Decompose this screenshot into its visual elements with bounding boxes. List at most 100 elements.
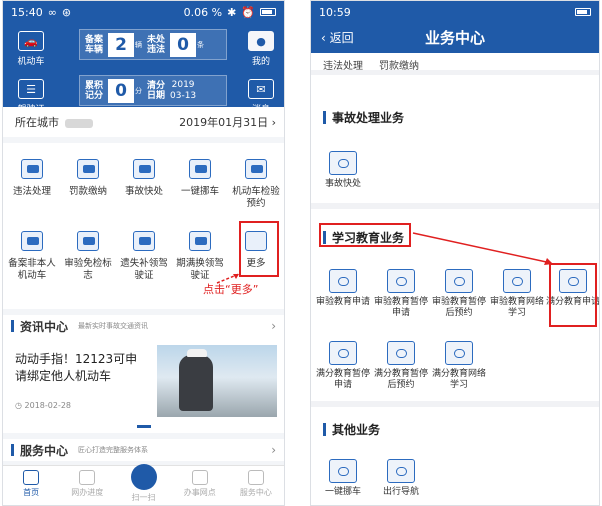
renew-license-icon (185, 229, 215, 255)
move-car-icon (329, 459, 357, 483)
business-item[interactable]: 满分教育网络学习 (431, 341, 487, 391)
grid-item[interactable]: 备案非本人机动车 (5, 229, 59, 282)
news-subtitle: 最新实时事故交通资讯 (78, 322, 149, 330)
business-item-label: 事故快处 (324, 179, 361, 189)
top-items: 违法处理 罚款缴纳 (311, 53, 599, 75)
mine-label: 我的 (251, 57, 270, 67)
business-item[interactable]: 审验教育暂停申请 (373, 269, 429, 319)
message-button[interactable]: ✉ 消息 (239, 79, 283, 115)
status-time: 10:59 (319, 5, 351, 19)
top-item[interactable]: 违法处理 (323, 57, 363, 72)
battery-icon (575, 8, 591, 16)
business-item-label: 审验教育申请 (315, 297, 370, 307)
business-item-label: 审验教育网络学习 (489, 297, 544, 318)
grid-item[interactable]: 遗失补领驾驶证 (117, 229, 171, 282)
license-label: 驾驶证 (17, 105, 45, 115)
full-score-appoint-icon (387, 341, 415, 365)
service-header[interactable]: 服务中心 匠心打造完整服务体系 › (3, 439, 284, 461)
clear-day: 03-13 (170, 90, 197, 101)
news-headline: 动动手指！12123可申请绑定他人机动车 (15, 352, 138, 383)
bottom-tab-bar: 首页 网办进度 扫一扫 办事网点 服务中心 (3, 464, 284, 505)
points-value: 0 (108, 78, 134, 103)
points-stats[interactable]: 累积记分 0 分 清分日期 2019 03-13 (79, 75, 227, 106)
grid-item-label: 机动车检验预约 (232, 186, 280, 209)
business-item[interactable]: 审验教育申请 (315, 269, 371, 308)
business-item[interactable]: 满分教育暂停后预约 (373, 341, 429, 391)
tab-service[interactable]: 服务中心 (228, 466, 284, 505)
steering-wheel-icon (387, 459, 415, 483)
city-blur (65, 118, 93, 128)
business-item[interactable]: 审验教育暂停后预约 (431, 269, 487, 319)
vehicle-stats[interactable]: 备案车辆 2 辆 未处违法 0 条 (79, 29, 227, 60)
news-image (157, 345, 277, 417)
tab-label: 服务中心 (239, 488, 272, 497)
battery-icon (260, 8, 276, 16)
grid-item[interactable]: 事故快处 (117, 157, 171, 198)
grid-item-label: 事故快处 (124, 186, 163, 197)
grid-item[interactable]: 机动车检验预约 (229, 157, 283, 210)
vehicle-button[interactable]: 🚗 机动车 (9, 31, 53, 67)
accident-icon (129, 157, 159, 183)
grid-item[interactable]: 违法处理 (5, 157, 59, 198)
full-score-pause-icon (329, 341, 357, 365)
home-screen: 15:40 ∞ ⊛ 0.06 % ✱ ⏰ 🚗 机动车 ☰ 驾驶证 ● 我的 ✉ 消息 备… (2, 0, 285, 506)
arrow-icon (412, 232, 553, 265)
home-header: 15:40 ∞ ⊛ 0.06 % ✱ ⏰ 🚗 机动车 ☰ 驾驶证 ● 我的 ✉ 消息 备… (3, 1, 284, 115)
full-score-online-icon (445, 341, 473, 365)
carousel-indicator (137, 425, 151, 428)
function-grid: 违法处理 罚款缴纳 事故快处 一键挪车 机动车检验预约 备案非本人机动车 审验免… (3, 143, 284, 309)
status-bar: 10:59 (311, 1, 599, 23)
tab-home[interactable]: 首页 (3, 466, 59, 505)
clear-date-label: 清分日期 (146, 80, 165, 101)
grid-item[interactable]: 罚款缴纳 (61, 157, 115, 198)
alarm-icon: ⏰ (241, 5, 255, 19)
unhandled-value: 0 (170, 32, 196, 57)
car-icon: 🚗 (18, 31, 44, 51)
business-item[interactable]: 事故快处 (315, 151, 371, 190)
business-item-label: 满分教育暂停后预约 (373, 369, 428, 390)
business-item[interactable]: 一键挪车 (315, 459, 371, 498)
business-item-label: 出行导航 (382, 487, 419, 497)
grid-item-label: 罚款缴纳 (68, 186, 107, 197)
tab-outlets[interactable]: 办事网点 (172, 466, 228, 505)
business-item[interactable]: 满分教育暂停申请 (315, 341, 371, 391)
mail-icon: ✉ (248, 79, 274, 99)
status-bar: 15:40 ∞ ⊛ 0.06 % ✱ ⏰ (3, 1, 284, 23)
section-bar (11, 444, 14, 456)
user-icon: ● (248, 31, 274, 51)
tab-label: 办事网点 (183, 488, 216, 497)
accident-quick-icon (329, 151, 357, 175)
news-header[interactable]: 资讯中心 最新实时事故交通资讯 › (3, 315, 284, 337)
audit-appoint-icon (445, 269, 473, 293)
home-icon (23, 470, 40, 485)
tab-progress[interactable]: 网办进度 (59, 466, 115, 505)
news-card[interactable]: 动动手指！12123可申请绑定他人机动车 ◷ 2018-02-28 (3, 337, 284, 433)
grid-item-label: 审验免检标志 (64, 258, 112, 281)
grid-item-label: 一键挪车 (180, 186, 219, 197)
status-signal: 0.06 % (183, 5, 223, 19)
mine-button[interactable]: ● 我的 (239, 31, 283, 67)
arrow-icon (216, 273, 240, 284)
bluetooth-icon: ✱ (227, 5, 237, 19)
license-button[interactable]: ☰ 驾驶证 (9, 79, 53, 115)
business-item[interactable]: 出行导航 (373, 459, 429, 498)
highlight-box (239, 221, 279, 277)
message-label: 消息 (251, 105, 270, 115)
points-unit: 分 (135, 86, 142, 95)
business-item[interactable]: 审验教育网络学习 (489, 269, 545, 319)
grid-item[interactable]: 审验免检标志 (61, 229, 115, 282)
grid-item[interactable]: 一键挪车 (173, 157, 227, 198)
news-title: 资讯中心 (20, 319, 69, 334)
tab-label: 首页 (23, 488, 40, 497)
clear-year: 2019 (171, 79, 195, 90)
top-item[interactable]: 罚款缴纳 (379, 57, 419, 72)
grid-item-label: 违法处理 (12, 186, 51, 197)
tab-label: 网办进度 (71, 488, 104, 497)
clear-date: 2019 03-13 (170, 80, 196, 102)
service-icon (247, 470, 264, 485)
tab-scan[interactable]: 扫一扫 (115, 464, 171, 505)
chevron-right-icon: › (271, 319, 276, 333)
business-item-label: 满分教育暂停申请 (315, 369, 370, 390)
scan-icon (130, 464, 157, 490)
filed-vehicles-label: 备案车辆 (84, 34, 103, 55)
